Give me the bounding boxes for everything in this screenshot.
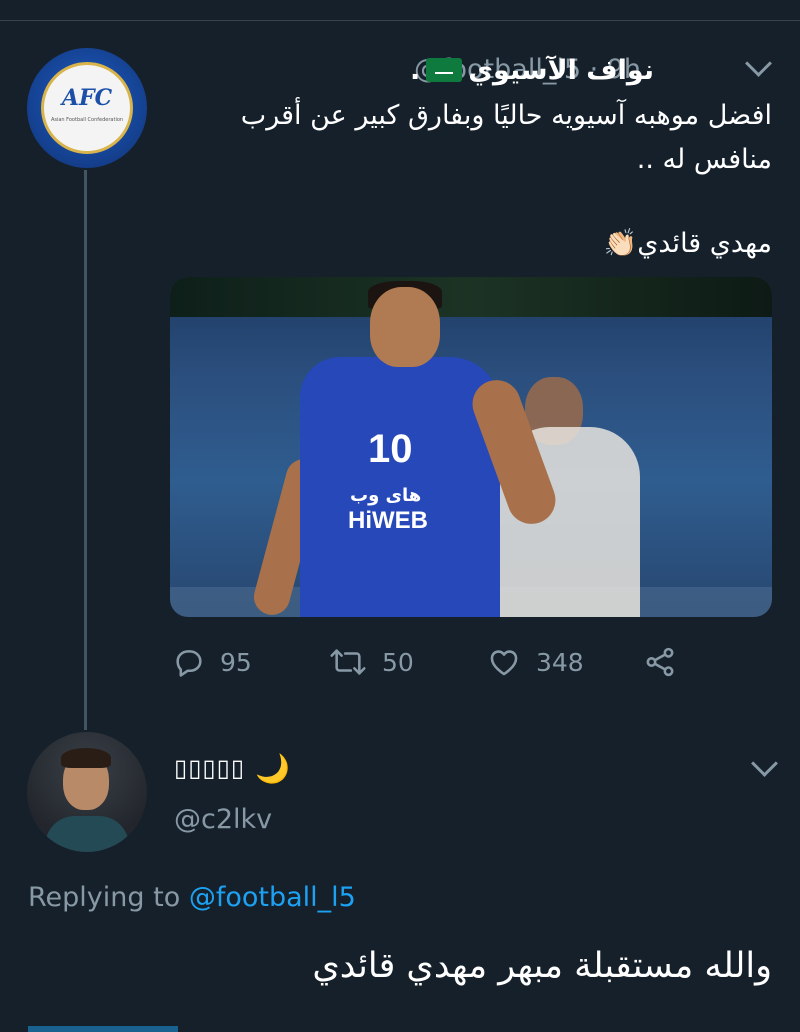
like-count: 348 <box>536 647 584 677</box>
tweet-media-image[interactable]: 10 های وب HiWEB <box>170 277 772 617</box>
jersey-sponsor-arabic: های وب <box>350 485 422 506</box>
share-button[interactable] <box>642 640 678 684</box>
reply-button[interactable]: 95 <box>172 640 252 684</box>
clapping-hands-icon: 👏🏻 <box>603 228 638 259</box>
chevron-down-icon[interactable] <box>751 750 778 777</box>
tweet-actions: 95 50 348 <box>172 640 692 684</box>
retweet-icon <box>330 649 366 675</box>
reply-icon <box>176 650 202 677</box>
reply-handle[interactable]: @c2lkv <box>174 804 272 835</box>
afc-logo-subtext: Asian Football Confederation <box>50 117 124 123</box>
next-item-peek <box>28 1026 178 1032</box>
tweet-header: . نواف الآسيوي <box>410 50 664 90</box>
like-button[interactable]: 348 <box>486 640 584 684</box>
player-head <box>370 287 440 367</box>
name-dot: . <box>410 54 421 86</box>
chevron-down-icon[interactable] <box>745 50 772 77</box>
tweet-text: افضل موهبه آسيويه حاليًا وبفارق كبير عن … <box>240 100 772 175</box>
replying-to-line: Replying to @football_l5 <box>28 882 356 913</box>
saudi-flag-icon <box>426 58 463 82</box>
avatar-body <box>45 816 129 852</box>
reply-count: 95 <box>220 647 252 677</box>
retweet-button[interactable]: 50 <box>328 640 414 684</box>
stadium-stand <box>170 277 772 317</box>
reply-display-name[interactable]: ▯▯▯▯▯ 🌙 <box>174 748 291 788</box>
retweet-count: 50 <box>382 647 414 677</box>
tweet-mention-name: مهدي قائدي <box>637 228 772 259</box>
tweet-author-avatar[interactable]: AFC Asian Football Confederation <box>27 48 147 168</box>
crescent-moon-icon: 🌙 <box>255 751 291 785</box>
reply-name-text: ▯▯▯▯▯ <box>174 754 246 782</box>
heart-icon <box>490 650 518 676</box>
afc-logo-text: AFC <box>61 85 113 111</box>
jersey-number: 10 <box>368 427 413 471</box>
replying-to-link[interactable]: @football_l5 <box>189 882 356 913</box>
afc-logo-ring: AFC Asian Football Confederation <box>41 62 133 154</box>
avatar-hair <box>61 748 111 768</box>
share-icon <box>646 647 674 677</box>
tweet-display-name[interactable]: نواف الآسيوي <box>468 55 654 86</box>
thread-line <box>84 170 87 730</box>
featured-player: 10 های وب HiWEB <box>249 281 563 617</box>
replying-prefix: Replying to <box>28 882 181 913</box>
player-jersey: 10 های وب HiWEB <box>300 357 500 617</box>
tweet-text-line2: مهدي قائدي👏🏻 <box>596 222 772 266</box>
reply-author-avatar[interactable] <box>27 732 147 852</box>
top-divider <box>0 20 800 21</box>
reply-text: والله مستقبلة مبهر مهدي قائدي <box>312 946 772 986</box>
jersey-sponsor: HiWEB <box>348 507 428 534</box>
